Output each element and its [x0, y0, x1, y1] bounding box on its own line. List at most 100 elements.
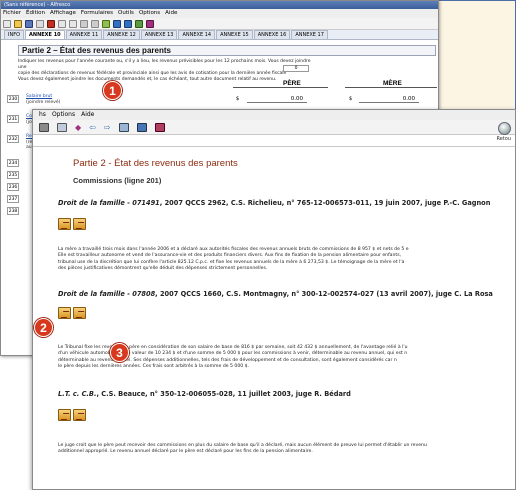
- column-mere: MÈRE: [383, 80, 402, 87]
- fiscal-year-field[interactable]: 0: [283, 65, 309, 72]
- document-buttons: [58, 409, 86, 421]
- menu-item[interactable]: Fichier: [3, 10, 21, 16]
- toolbar: ◆ ⇦ ⇨: [33, 120, 515, 135]
- back-icon[interactable]: [498, 122, 511, 135]
- tool-icon[interactable]: [135, 19, 143, 28]
- step-badge-1: 1: [103, 81, 122, 100]
- document-buttons: [58, 218, 86, 230]
- tab-annexe-14[interactable]: ANNEXE 14: [178, 30, 216, 39]
- intro-line-1: Indiquer les revenus pour l'année couran…: [18, 59, 311, 70]
- paste-icon[interactable]: [69, 19, 77, 28]
- divider: [233, 87, 328, 88]
- help-icon[interactable]: [146, 19, 154, 28]
- arrow-right-icon[interactable]: [124, 19, 132, 28]
- menu-item[interactable]: Outils: [118, 10, 134, 16]
- menu-item[interactable]: Options: [139, 10, 160, 16]
- zoom-icon[interactable]: [91, 19, 99, 28]
- currency-sign: $: [236, 96, 240, 102]
- grid-icon[interactable]: [136, 122, 147, 132]
- window-icon[interactable]: [57, 122, 67, 132]
- divider: [345, 87, 437, 88]
- menu-item[interactable]: Aide: [165, 10, 177, 16]
- open-document-icon[interactable]: [58, 218, 71, 230]
- case-reference: , 2007 QCCS 1660, C.S. Montmagny, n° 300…: [155, 290, 493, 298]
- case-title: Droit de la famille - 07808, 2007 QCCS 1…: [58, 290, 493, 298]
- print-icon[interactable]: [36, 19, 44, 28]
- jurisprudence-window: hs Options Aide ◆ ⇦ ⇨ Retou Partie 2 - Éta…: [32, 109, 516, 490]
- tab-annexe-13[interactable]: ANNEXE 13: [140, 30, 178, 39]
- diamond-icon[interactable]: ◆: [75, 123, 81, 132]
- arrow-right-icon[interactable]: ⇨: [104, 123, 111, 132]
- line-number: 237: [7, 195, 19, 203]
- line-number: 232: [7, 135, 19, 143]
- row-note: (joindre relevé): [26, 99, 61, 105]
- menu-bar: Fichier Édition Affichage Formulaires Outils…: [1, 9, 438, 18]
- open-document-icon[interactable]: [58, 307, 71, 319]
- tab-annexe-15[interactable]: ANNEXE 15: [216, 30, 253, 39]
- open-document-icon[interactable]: [73, 409, 86, 421]
- menu-item[interactable]: Options: [52, 111, 75, 118]
- nav-icon[interactable]: [102, 19, 110, 28]
- menu-item[interactable]: Aide: [81, 111, 94, 118]
- arrow-left-icon[interactable]: [113, 19, 121, 28]
- save-icon[interactable]: [25, 19, 33, 28]
- line-number: 230: [7, 95, 19, 103]
- line-number: 236: [7, 183, 19, 191]
- menu-bar: hs Options Aide: [33, 110, 515, 120]
- case-summary: La mère a travaillé trois mois dans l'an…: [58, 247, 409, 272]
- currency-sign: $: [349, 96, 353, 102]
- menu-item[interactable]: Formulaires: [81, 10, 113, 16]
- window-title: (Sans référence) - Alfresco: [1, 1, 438, 9]
- tab-annexe-12[interactable]: ANNEXE 12: [103, 30, 140, 39]
- cut-icon[interactable]: [47, 19, 55, 28]
- toolbar: [1, 18, 438, 30]
- copy-icon[interactable]: [58, 19, 66, 28]
- back-button[interactable]: Retou: [496, 136, 511, 142]
- step-badge-2: 2: [34, 318, 53, 337]
- tools-icon[interactable]: [154, 122, 165, 132]
- document-body: Partie 2 - État des revenus des parents …: [33, 147, 515, 489]
- tab-annexe-11[interactable]: ANNEXE 11: [65, 30, 103, 39]
- tab-info[interactable]: INFO: [4, 30, 25, 39]
- case-summary: Le juge croit que le père peut recevoir …: [58, 443, 427, 455]
- case-name: Droit de la famille - 071491: [58, 199, 160, 207]
- case-reference: , 2007 QCCS 2962, C.S. Richelieu, n° 765…: [159, 199, 491, 207]
- line-number: 231: [7, 115, 19, 123]
- open-document-icon[interactable]: [73, 218, 86, 230]
- tab-annexe-10[interactable]: ANNEXE 10: [25, 30, 65, 39]
- open-document-icon[interactable]: [73, 307, 86, 319]
- form-heading: Partie 2 – État des revenus des parents: [18, 45, 436, 56]
- page-title: Partie 2 - État des revenus des parents: [73, 158, 238, 169]
- line-number: 238: [7, 207, 19, 215]
- case-reference: , C.S. Beauce, n° 350-12-006055-028, 11 …: [96, 390, 351, 398]
- menu-item[interactable]: hs: [39, 111, 46, 118]
- section-subtitle: Commissions (ligne 201): [73, 176, 162, 185]
- line-number: 235: [7, 171, 19, 179]
- monitor-icon[interactable]: [118, 122, 129, 132]
- tab-annexe-16[interactable]: ANNEXE 16: [253, 30, 291, 39]
- form-intro: Indiquer les revenus pour l'année couran…: [18, 59, 318, 83]
- menu-item[interactable]: Affichage: [50, 10, 76, 16]
- open-document-icon[interactable]: [58, 409, 71, 421]
- arrow-left-icon[interactable]: ⇦: [89, 123, 96, 132]
- row-link[interactable]: Salaire brut: [26, 94, 52, 99]
- document-buttons: [58, 307, 86, 319]
- row-label: Salaire brut (joindre relevé): [26, 94, 166, 105]
- case-title: Droit de la famille - 071491, 2007 QCCS …: [58, 199, 490, 207]
- print-icon[interactable]: [39, 122, 49, 132]
- annex-tabs: INFO ANNEXE 10 ANNEXE 11 ANNEXE 12 ANNEXE 13…: [1, 30, 438, 40]
- open-icon[interactable]: [14, 19, 22, 28]
- case-title: L.T. c. C.B., C.S. Beauce, n° 350-12-006…: [58, 390, 351, 398]
- case-name: L.T. c. C.B.: [58, 390, 97, 398]
- search-icon[interactable]: [80, 19, 88, 28]
- pere-amount-field[interactable]: 0.00: [247, 96, 307, 103]
- mere-amount-field[interactable]: 0.00: [359, 96, 419, 103]
- case-name: Droit de la famille - 07808: [58, 290, 156, 298]
- step-badge-3: 3: [110, 343, 129, 362]
- line-number: 234: [7, 159, 19, 167]
- menu-item[interactable]: Édition: [26, 10, 45, 16]
- tab-annexe-17[interactable]: ANNEXE 17: [291, 30, 328, 39]
- new-icon[interactable]: [3, 19, 11, 28]
- column-pere: PÈRE: [283, 80, 301, 87]
- intro-line-3: Vous devez également joindre les documen…: [18, 77, 277, 82]
